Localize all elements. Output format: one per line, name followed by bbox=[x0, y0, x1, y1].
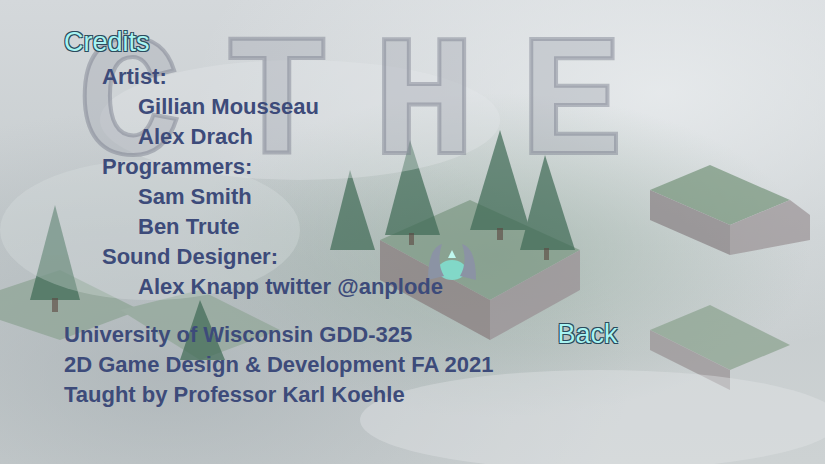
course-info: University of Wisconsin GDD-3252D Game D… bbox=[64, 320, 494, 410]
footer-line: Taught by Professor Karl Koehle bbox=[64, 380, 494, 410]
credit-name: Alex Knapp twitter @anplode bbox=[64, 272, 825, 302]
footer-line: University of Wisconsin GDD-325 bbox=[64, 320, 494, 350]
footer-line: 2D Game Design & Development FA 2021 bbox=[64, 350, 494, 380]
credit-role: Artist: bbox=[64, 62, 825, 92]
credit-name: Sam Smith bbox=[64, 182, 825, 212]
credit-name: Gillian Mousseau bbox=[64, 92, 825, 122]
credits-list: Artist:Gillian MousseauAlex DrachProgram… bbox=[64, 62, 825, 302]
credit-role: Programmers: bbox=[64, 152, 825, 182]
credit-name: Ben Trute bbox=[64, 212, 825, 242]
credit-role: Sound Designer: bbox=[64, 242, 825, 272]
credits-heading: Credits bbox=[64, 26, 150, 58]
back-button[interactable]: Back bbox=[558, 318, 618, 350]
credit-name: Alex Drach bbox=[64, 122, 825, 152]
